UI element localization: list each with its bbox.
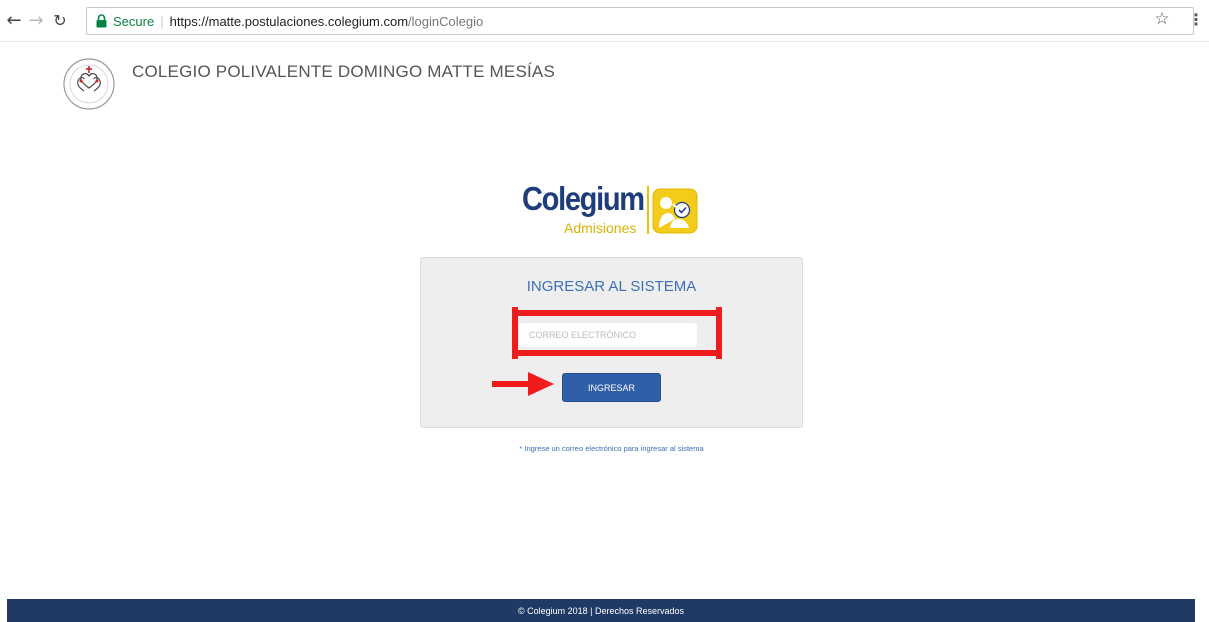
login-button[interactable]: INGRESAR [562, 373, 661, 402]
school-logo [63, 58, 115, 110]
back-arrow-icon[interactable]: ← [4, 10, 24, 31]
star-icon[interactable]: ☆ [1152, 9, 1172, 29]
address-separator: | [160, 13, 164, 29]
login-title: INGRESAR AL SISTEMA [526, 278, 697, 295]
url-path: /loginColegio [408, 13, 484, 29]
colegium-logo: Colegium Admisiones [520, 180, 700, 240]
school-name: COLEGIO POLIVALENTE DOMINGO MATTE MESÍAS [132, 62, 555, 81]
brand-name: Colegium [522, 180, 645, 217]
brand-divider [647, 186, 649, 234]
footer-text: © Colegium 2018 | Derechos Reservados [517, 605, 685, 616]
footer: © Colegium 2018 | Derechos Reservados [7, 599, 1195, 622]
url-host: https://matte.postulaciones.colegium.com [169, 13, 409, 29]
login-panel: INGRESAR AL SISTEMA INGRESAR [420, 257, 803, 428]
brand-subtitle: Admisiones [564, 220, 637, 236]
reload-icon[interactable]: ↻ [50, 10, 70, 30]
forward-arrow-icon[interactable]: → [26, 10, 46, 31]
kebab-menu-icon[interactable]: ⋮ [1188, 9, 1204, 29]
address-bar[interactable]: Secure | https://matte.postulaciones.col… [86, 7, 1194, 35]
helper-text: * Ingrese un correo electrónico para ing… [519, 444, 704, 453]
secure-label: Secure [113, 13, 155, 29]
email-field[interactable] [518, 322, 698, 348]
lock-icon [96, 14, 107, 28]
admissions-icon [652, 188, 698, 234]
browser-toolbar: ← → ↻ Secure | https://matte.postulacion… [0, 0, 1209, 42]
